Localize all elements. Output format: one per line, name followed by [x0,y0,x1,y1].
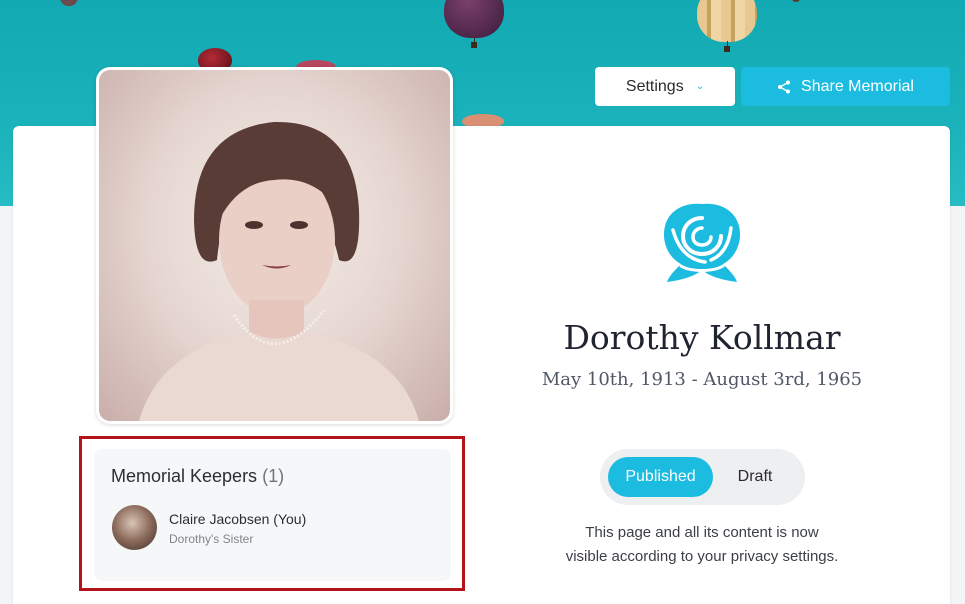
share-icon [778,80,791,93]
memorial-name: Dorothy Kollmar [563,318,841,357]
balloon-decoration [60,0,78,6]
keeper-name[interactable]: Claire Jacobsen (You) [169,511,306,527]
portrait-illustration [139,121,419,421]
share-memorial-label: Share Memorial [801,77,914,95]
memorial-keepers-panel: Memorial Keepers (1) Claire Jacobsen (Yo… [94,449,451,581]
avatar[interactable] [112,505,157,550]
settings-button[interactable]: Settings ⌄ [595,67,735,106]
keeper-relation: Dorothy's Sister [169,532,254,546]
share-memorial-button[interactable]: Share Memorial [741,67,950,106]
chevron-down-icon: ⌄ [695,81,705,92]
status-note: This page and all its content is now vis… [520,521,884,569]
balloon-decoration [444,0,504,48]
balloon-decoration [697,0,757,52]
draft-option[interactable]: Draft [713,457,797,497]
keepers-title: Memorial Keepers (1) [111,466,284,487]
keepers-title-text: Memorial Keepers [111,466,258,486]
profile-photo-frame[interactable] [96,67,453,424]
status-note-line: visible according to your privacy settin… [565,548,839,565]
balloon-decoration [792,0,800,2]
memorial-dates: May 10th, 1913 - August 3rd, 1965 [541,369,863,390]
profile-photo [99,70,450,421]
keepers-count: (1) [262,466,285,486]
rose-icon [663,203,741,282]
settings-label: Settings [625,77,684,95]
publish-status-toggle: Published Draft [600,449,805,505]
status-note-line: This page and all its content is now [585,524,819,541]
published-option[interactable]: Published [608,457,713,497]
